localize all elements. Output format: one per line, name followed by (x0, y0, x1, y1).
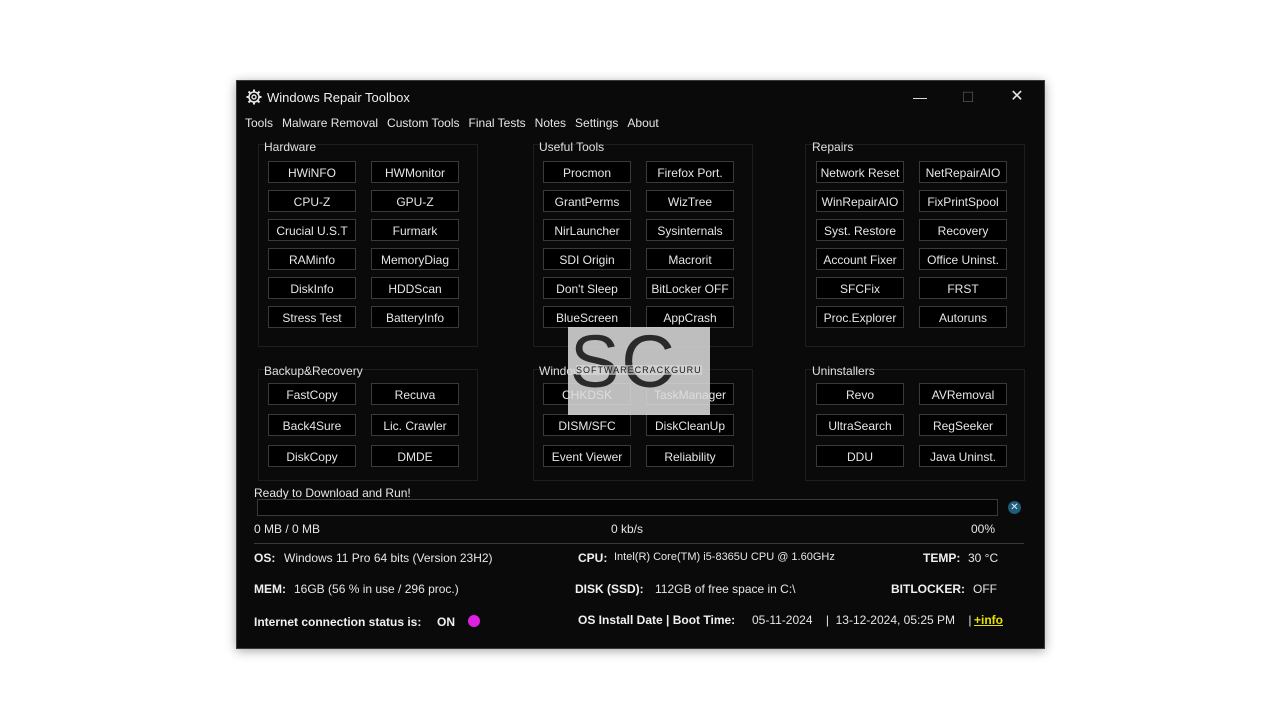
ddu-button[interactable]: DDU (816, 445, 904, 467)
furmark-button[interactable]: Furmark (371, 219, 459, 241)
recovery-button[interactable]: Recovery (919, 219, 1007, 241)
cpuz-button[interactable]: CPU-Z (268, 190, 356, 212)
diskcleanup-button[interactable]: DiskCleanUp (646, 414, 734, 436)
frst-button[interactable]: FRST (919, 277, 1007, 299)
recuva-button[interactable]: Recuva (371, 383, 459, 405)
diskinfo-button[interactable]: DiskInfo (268, 277, 356, 299)
memorydiag-button[interactable]: MemoryDiag (371, 248, 459, 270)
tab-tools[interactable]: Tools (241, 114, 277, 134)
grantperms-button[interactable]: GrantPerms (543, 190, 631, 212)
sdi-origin-button[interactable]: SDI Origin (543, 248, 631, 270)
temp-value: 30 °C (968, 551, 999, 565)
stress-test-button[interactable]: Stress Test (268, 306, 356, 328)
online-status-indicator (468, 615, 480, 627)
dism-sfc-button[interactable]: DISM/SFC (543, 414, 631, 436)
cancel-icon[interactable]: ✕ (1008, 501, 1021, 514)
regseeker-button[interactable]: RegSeeker (919, 414, 1007, 436)
sfcfix-button[interactable]: SFCFix (816, 277, 904, 299)
raminfo-button[interactable]: RAMinfo (268, 248, 356, 270)
sysinternals-button[interactable]: Sysinternals (646, 219, 734, 241)
java-uninstall-button[interactable]: Java Uninst. (919, 445, 1007, 467)
office-uninstall-button[interactable]: Office Uninst. (919, 248, 1007, 270)
hddscan-button[interactable]: HDDScan (371, 277, 459, 299)
download-speed: 0 kb/s (611, 522, 644, 536)
winrepairaio-button[interactable]: WinRepairAIO (816, 190, 904, 212)
procmon-button[interactable]: Procmon (543, 161, 631, 183)
autoruns-button[interactable]: Autoruns (919, 306, 1007, 328)
disk-value: 112GB of free space in C:\ (655, 582, 796, 596)
avremoval-button[interactable]: AVRemoval (919, 383, 1007, 405)
title-bar[interactable]: Windows Repair Toolbox — ☐ ✕ (237, 81, 1044, 113)
back4sure-button[interactable]: Back4Sure (268, 414, 356, 436)
macrorit-button[interactable]: Macrorit (646, 248, 734, 270)
nirlauncher-button[interactable]: NirLauncher (543, 219, 631, 241)
tab-malware-removal[interactable]: Malware Removal (278, 114, 382, 134)
menu-bar: Tools Malware Removal Custom Tools Final… (241, 114, 664, 134)
batteryinfo-button[interactable]: BatteryInfo (371, 306, 459, 328)
minimize-button[interactable]: — (897, 85, 943, 109)
network-reset-button[interactable]: Network Reset (816, 161, 904, 183)
bitlocker-off-button[interactable]: BitLocker OFF (646, 277, 734, 299)
tab-final-tests[interactable]: Final Tests (465, 114, 530, 134)
revo-button[interactable]: Revo (816, 383, 904, 405)
temp-label: TEMP: (923, 551, 961, 565)
os-value: Windows 11 Pro 64 bits (Version 23H2) (284, 551, 493, 565)
watermark-logo: SC (570, 320, 677, 403)
ultrasearch-button[interactable]: UltraSearch (816, 414, 904, 436)
fixprintspool-button[interactable]: FixPrintSpool (919, 190, 1007, 212)
diskcopy-button[interactable]: DiskCopy (268, 445, 356, 467)
netrepairaio-button[interactable]: NetRepairAIO (919, 161, 1007, 183)
dmde-button[interactable]: DMDE (371, 445, 459, 467)
mem-value: 16GB (56 % in use / 296 proc.) (294, 582, 459, 596)
internet-status-value: ON (437, 615, 455, 629)
gpuz-button[interactable]: GPU-Z (371, 190, 459, 212)
dont-sleep-button[interactable]: Don't Sleep (543, 277, 631, 299)
maximize-button[interactable]: ☐ (945, 85, 991, 109)
more-info-link[interactable]: +info (974, 613, 1003, 627)
install-date-value: 05-11-2024 | 13-12-2024, 05:25 PM | (752, 613, 972, 627)
watermark-overlay: SC SOFTWARECRACKGURU (568, 320, 710, 415)
repairs-group-label: Repairs (812, 140, 854, 154)
install-date-label: OS Install Date | Boot Time: (578, 613, 736, 627)
account-fixer-button[interactable]: Account Fixer (816, 248, 904, 270)
os-label: OS: (254, 551, 276, 565)
tab-custom-tools[interactable]: Custom Tools (383, 114, 463, 134)
mem-label: MEM: (254, 582, 286, 596)
cpu-value: Intel(R) Core(TM) i5-8365U CPU @ 1.60GHz (614, 551, 835, 563)
disk-label: DISK (SSD): (575, 582, 644, 596)
tab-about[interactable]: About (623, 114, 662, 134)
bitlocker-label: BITLOCKER: (891, 582, 965, 596)
reliability-button[interactable]: Reliability (646, 445, 734, 467)
uninstallers-group-label: Uninstallers (812, 364, 875, 378)
event-viewer-button[interactable]: Event Viewer (543, 445, 631, 467)
proc-explorer-button[interactable]: Proc.Explorer (816, 306, 904, 328)
backup-recovery-group-label: Backup&Recovery (264, 364, 363, 378)
download-progress-bar (257, 499, 998, 516)
tab-notes[interactable]: Notes (531, 114, 570, 134)
fastcopy-button[interactable]: FastCopy (268, 383, 356, 405)
window-title: Windows Repair Toolbox (267, 90, 410, 105)
system-restore-button[interactable]: Syst. Restore (816, 219, 904, 241)
cpu-label: CPU: (578, 551, 608, 565)
status-message: Ready to Download and Run! (254, 486, 411, 500)
gear-icon (246, 89, 262, 105)
crucial-ust-button[interactable]: Crucial U.S.T (268, 219, 356, 241)
download-percent: 00% (971, 522, 996, 536)
bitlocker-value: OFF (973, 582, 997, 596)
lic-crawler-button[interactable]: Lic. Crawler (371, 414, 459, 436)
close-button[interactable]: ✕ (994, 85, 1040, 109)
useful-tools-group-label: Useful Tools (539, 140, 605, 154)
download-size: 0 MB / 0 MB (254, 522, 321, 536)
firefox-portable-button[interactable]: Firefox Port. (646, 161, 734, 183)
wiztree-button[interactable]: WizTree (646, 190, 734, 212)
hwinfo-button[interactable]: HWiNFO (268, 161, 356, 183)
hwmonitor-button[interactable]: HWMonitor (371, 161, 459, 183)
internet-status-label: Internet connection status is: (254, 615, 422, 629)
divider (254, 543, 1024, 544)
watermark-text: SOFTWARECRACKGURU (576, 365, 702, 375)
hardware-group-label: Hardware (264, 140, 317, 154)
tab-settings[interactable]: Settings (571, 114, 622, 134)
